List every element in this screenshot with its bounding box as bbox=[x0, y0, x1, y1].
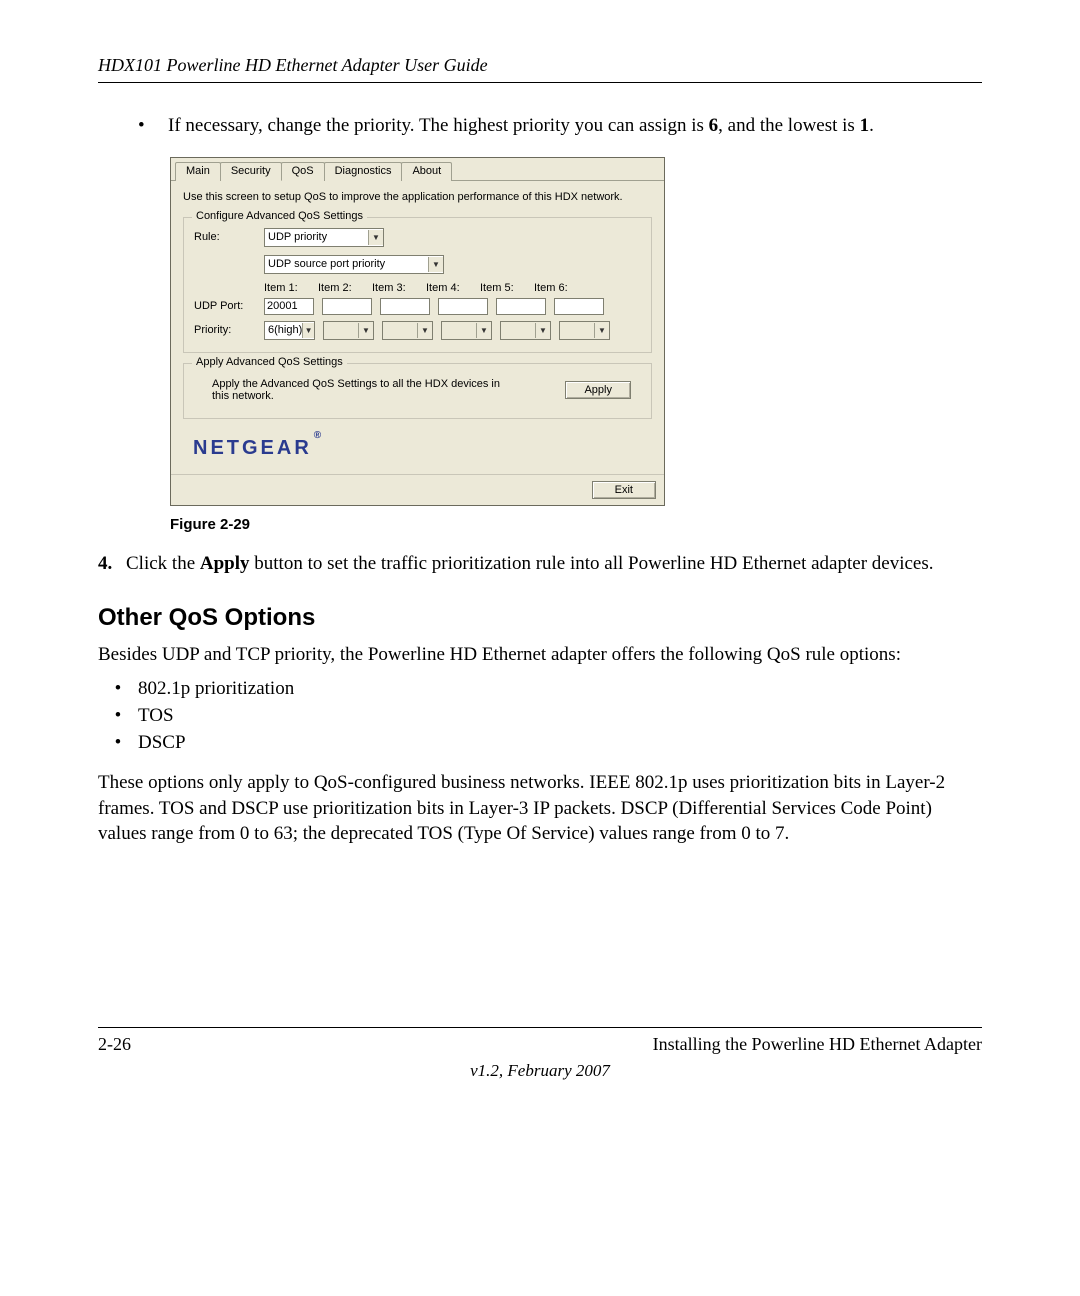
page-number: 2-26 bbox=[98, 1034, 131, 1055]
tab-main[interactable]: Main bbox=[175, 162, 221, 181]
priority-label: Priority: bbox=[194, 324, 264, 336]
exit-button[interactable]: Exit bbox=[592, 481, 656, 499]
priority-select-6: ▼ bbox=[559, 321, 610, 340]
list-item: TOS bbox=[138, 705, 174, 727]
priority-low: 1 bbox=[860, 115, 870, 136]
qos-options-list: •802.1p prioritization •TOS •DSCP bbox=[98, 678, 982, 754]
step-4: 4. Click the Apply button to set the tra… bbox=[98, 551, 982, 577]
priority-select-3: ▼ bbox=[382, 321, 433, 340]
priority-high: 6 bbox=[709, 115, 719, 136]
udp-port-input-2[interactable] bbox=[322, 298, 372, 315]
step4-text-1: Click the bbox=[126, 553, 200, 574]
rule-label: Rule: bbox=[194, 231, 264, 243]
udp-port-input-3[interactable] bbox=[380, 298, 430, 315]
intro-paragraph: Besides UDP and TCP priority, the Powerl… bbox=[98, 642, 982, 668]
chevron-down-icon: ▼ bbox=[368, 230, 383, 245]
apply-description: Apply the Advanced QoS Settings to all t… bbox=[212, 378, 512, 402]
list-item: 802.1p prioritization bbox=[138, 678, 294, 700]
page-footer: 2-26 Installing the Powerline HD Etherne… bbox=[98, 1027, 982, 1055]
item-header-4: Item 4: bbox=[426, 282, 480, 294]
chevron-down-icon: ▼ bbox=[476, 323, 491, 338]
udp-port-input-6[interactable] bbox=[554, 298, 604, 315]
version-line: v1.2, February 2007 bbox=[98, 1061, 982, 1081]
note-text-3: . bbox=[869, 115, 874, 136]
bullet-icon: • bbox=[98, 678, 138, 700]
apply-qos-fieldset: Apply Advanced QoS Settings Apply the Ad… bbox=[183, 363, 652, 419]
note-text-1: If necessary, change the priority. The h… bbox=[168, 115, 709, 136]
tab-qos[interactable]: QoS bbox=[281, 162, 325, 181]
tab-diagnostics[interactable]: Diagnostics bbox=[324, 162, 403, 181]
item-header-5: Item 5: bbox=[480, 282, 534, 294]
priority-select-5: ▼ bbox=[500, 321, 551, 340]
priority-note: • If necessary, change the priority. The… bbox=[138, 113, 982, 139]
priority-select-1[interactable]: 6(high)▼ bbox=[264, 321, 315, 340]
tab-bar: Main Security QoS Diagnostics About bbox=[171, 158, 664, 181]
apply-qos-legend: Apply Advanced QoS Settings bbox=[192, 356, 347, 368]
item-header-3: Item 3: bbox=[372, 282, 426, 294]
rule-select[interactable]: UDP priority ▼ bbox=[264, 228, 384, 247]
chevron-down-icon: ▼ bbox=[594, 323, 609, 338]
priority-select-4: ▼ bbox=[441, 321, 492, 340]
tab-about[interactable]: About bbox=[401, 162, 452, 181]
item-header-1: Item 1: bbox=[264, 282, 318, 294]
tab-security[interactable]: Security bbox=[220, 162, 282, 181]
qos-intro-text: Use this screen to setup QoS to improve … bbox=[183, 191, 652, 203]
list-item: DSCP bbox=[138, 732, 186, 754]
step-number: 4. bbox=[98, 551, 126, 577]
udp-port-label: UDP Port: bbox=[194, 300, 264, 312]
configure-qos-legend: Configure Advanced QoS Settings bbox=[192, 210, 367, 222]
udp-port-input-5[interactable] bbox=[496, 298, 546, 315]
chapter-title: Installing the Powerline HD Ethernet Ada… bbox=[653, 1034, 982, 1055]
qos-dialog-screenshot: Main Security QoS Diagnostics About Use … bbox=[170, 157, 665, 506]
step4-text-2: button to set the traffic prioritization… bbox=[250, 553, 934, 574]
doc-header: HDX101 Powerline HD Ethernet Adapter Use… bbox=[98, 55, 982, 83]
chevron-down-icon: ▼ bbox=[358, 323, 373, 338]
chevron-down-icon: ▼ bbox=[535, 323, 550, 338]
note-text-2: , and the lowest is bbox=[718, 115, 859, 136]
udp-port-input-4[interactable] bbox=[438, 298, 488, 315]
bullet-icon: • bbox=[98, 705, 138, 727]
priority-select-2: ▼ bbox=[323, 321, 374, 340]
netgear-logo: NETGEAR® bbox=[183, 429, 652, 466]
rule-select-value: UDP priority bbox=[268, 231, 327, 243]
apply-button[interactable]: Apply bbox=[565, 381, 631, 399]
chevron-down-icon: ▼ bbox=[428, 257, 443, 272]
priority-select-1-value: 6(high) bbox=[268, 324, 302, 336]
udp-port-input-1[interactable]: 20001 bbox=[264, 298, 314, 315]
rule-sub-select-value: UDP source port priority bbox=[268, 258, 385, 270]
bullet-icon: • bbox=[138, 113, 168, 139]
chevron-down-icon: ▼ bbox=[302, 323, 314, 338]
configure-qos-fieldset: Configure Advanced QoS Settings Rule: UD… bbox=[183, 217, 652, 353]
figure-caption: Figure 2-29 bbox=[170, 516, 982, 533]
explanation-paragraph: These options only apply to QoS-configur… bbox=[98, 770, 982, 847]
rule-sub-select[interactable]: UDP source port priority ▼ bbox=[264, 255, 444, 274]
section-heading: Other QoS Options bbox=[98, 604, 982, 632]
item-header-2: Item 2: bbox=[318, 282, 372, 294]
item-header-6: Item 6: bbox=[534, 282, 588, 294]
chevron-down-icon: ▼ bbox=[417, 323, 432, 338]
step4-apply-word: Apply bbox=[200, 553, 250, 574]
bullet-icon: • bbox=[98, 732, 138, 754]
